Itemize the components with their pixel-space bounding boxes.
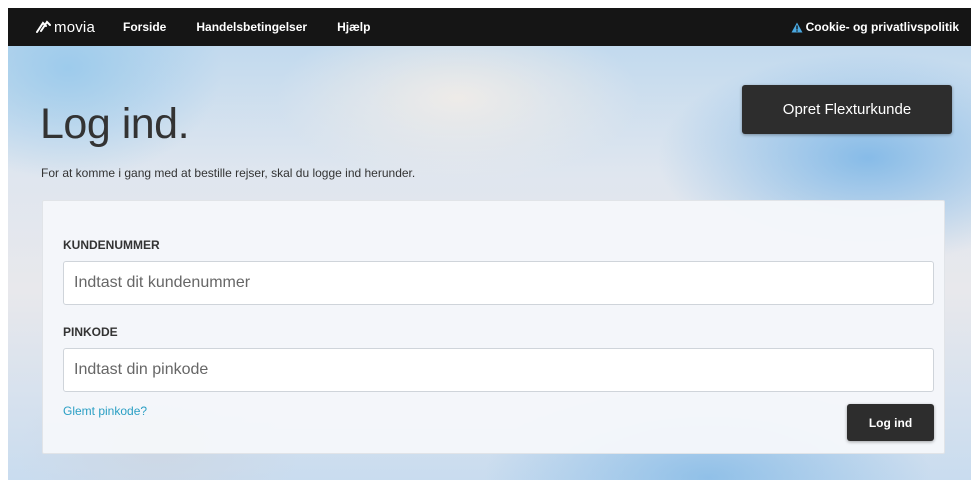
movia-logo[interactable]: movia bbox=[34, 18, 95, 36]
cookie-policy-label: Cookie- og privatlivspolitik bbox=[805, 20, 959, 34]
page-title: Log ind. bbox=[40, 100, 190, 148]
pin-code-input[interactable] bbox=[63, 348, 934, 392]
login-button[interactable]: Log ind bbox=[847, 404, 934, 441]
top-navbar: movia Forside Handelsbetingelser Hjælp C… bbox=[8, 8, 971, 46]
intro-text: For at komme i gang med at bestille rejs… bbox=[41, 166, 416, 180]
create-flextur-customer-button[interactable]: Opret Flexturkunde bbox=[742, 85, 952, 134]
nav-link-handelsbetingelser[interactable]: Handelsbetingelser bbox=[196, 20, 307, 34]
brand-name: movia bbox=[54, 18, 96, 36]
nav-link-hjaelp[interactable]: Hjælp bbox=[337, 20, 370, 34]
page-frame: movia Forside Handelsbetingelser Hjælp C… bbox=[8, 8, 971, 480]
cookie-policy-link[interactable]: Cookie- og privatlivspolitik bbox=[791, 20, 959, 34]
pin-code-label: PINKODE bbox=[63, 325, 118, 339]
forgot-pin-link[interactable]: Glemt pinkode? bbox=[63, 404, 147, 418]
customer-number-label: KUNDENUMMER bbox=[63, 238, 160, 252]
nav-link-forside[interactable]: Forside bbox=[123, 20, 166, 34]
login-form-panel: KUNDENUMMER PINKODE Glemt pinkode? Log i… bbox=[42, 200, 945, 454]
customer-number-input[interactable] bbox=[63, 261, 934, 305]
movia-logo-icon bbox=[36, 20, 51, 33]
warning-triangle-icon bbox=[791, 22, 803, 32]
